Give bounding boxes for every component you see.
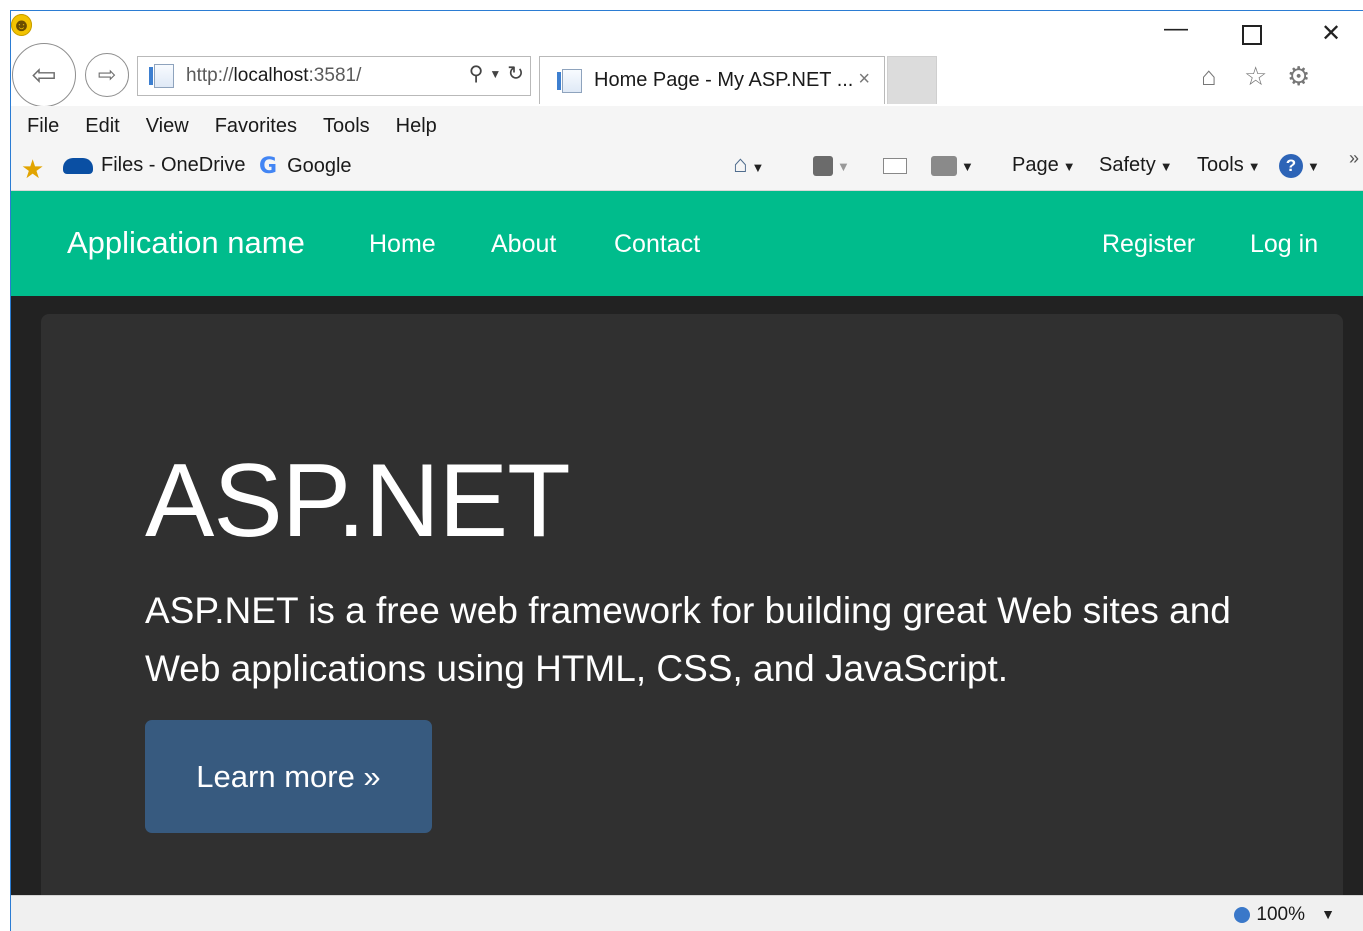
favorite-onedrive-label: Files - OneDrive <box>101 154 246 176</box>
menu-help[interactable]: Help <box>392 115 441 138</box>
address-tools: ⚲ ▼ ↻ <box>469 61 524 86</box>
url-host: localhost <box>233 65 309 86</box>
browser-window: ⇦ ⇨ http://localhost:3581/ ⚲ ▼ ↻ Home Pa… <box>10 10 1363 931</box>
new-tab-button[interactable] <box>887 56 937 104</box>
mail-icon <box>883 157 907 174</box>
jumbotron: ASP.NET ASP.NET is a free web framework … <box>41 314 1343 896</box>
command-help-menu[interactable]: ? ▼ <box>1279 154 1320 178</box>
dropdown-caret-icon[interactable]: ▼ <box>489 67 501 86</box>
nav-contact-link[interactable]: Contact <box>614 230 700 259</box>
forward-arrow-icon: ⇨ <box>97 62 117 87</box>
hero-lead: ASP.NET is a free web framework for buil… <box>145 590 1231 689</box>
web-page: Application name Home About Contact Regi… <box>11 191 1363 896</box>
favorites-bar: ★ Files - OneDrive G Google ⌂ ▼ ▼ ▼ Page ▼… <box>11 146 1363 191</box>
command-page-label: Page <box>1012 154 1059 176</box>
favorite-google-label: Google <box>287 155 352 177</box>
command-feeds-button[interactable]: ▼ <box>813 154 850 177</box>
favorite-google[interactable]: G Google <box>259 154 352 179</box>
maximize-button[interactable] <box>1237 19 1267 52</box>
forward-button[interactable]: ⇨ <box>85 53 129 97</box>
maximize-icon <box>1242 25 1262 45</box>
status-bar: 100% ▼ <box>11 895 1363 931</box>
page-icon <box>149 64 174 88</box>
back-button[interactable]: ⇦ <box>12 43 76 107</box>
chevron-down-icon[interactable]: ▼ <box>752 160 765 175</box>
command-tools-label: Tools <box>1197 154 1244 176</box>
menu-tools[interactable]: Tools <box>319 115 374 138</box>
zoom-icon <box>1234 907 1251 923</box>
zoom-dropdown-icon[interactable]: ▼ <box>1321 906 1335 922</box>
command-tools-menu[interactable]: Tools ▼ <box>1197 154 1261 177</box>
feedback-smiley-icon[interactable]: ☻ <box>11 14 32 36</box>
printer-icon <box>931 155 957 176</box>
tab-page-icon <box>557 68 582 93</box>
tab-home-page[interactable]: Home Page - My ASP.NET ... × <box>539 56 885 104</box>
url-scheme: http:// <box>186 65 234 86</box>
menu-file[interactable]: File <box>23 115 63 138</box>
command-mail-button[interactable] <box>883 154 907 177</box>
command-page-menu[interactable]: Page ▼ <box>1012 154 1076 177</box>
chevron-down-icon: ▼ <box>1062 159 1076 174</box>
nav-register-link[interactable]: Register <box>1102 230 1195 259</box>
chevron-down-icon: ▼ <box>1307 159 1320 175</box>
rss-feed-icon <box>813 155 833 176</box>
command-overflow-icon[interactable]: » <box>1349 148 1359 169</box>
add-favorite-star-icon[interactable]: ★ <box>21 154 44 185</box>
search-icon[interactable]: ⚲ <box>469 61 484 86</box>
chevron-down-icon: ▼ <box>1247 159 1261 174</box>
favorites-star-icon[interactable]: ☆ <box>1244 61 1267 92</box>
command-safety-menu[interactable]: Safety ▼ <box>1099 154 1173 177</box>
brand-link[interactable]: Application name <box>67 225 305 261</box>
site-navbar: Application name Home About Contact Regi… <box>11 191 1363 296</box>
chevron-down-icon: ▼ <box>1159 159 1173 174</box>
tab-title: Home Page - My ASP.NET ... <box>594 69 854 91</box>
title-bar: ⇦ ⇨ http://localhost:3581/ ⚲ ▼ ↻ Home Pa… <box>11 11 1363 107</box>
menu-edit[interactable]: Edit <box>81 115 123 138</box>
hero-title: ASP.NET <box>145 443 571 559</box>
nav-login-link[interactable]: Log in <box>1250 230 1318 259</box>
onedrive-icon <box>63 157 93 174</box>
zoom-level: 100% <box>1256 904 1305 925</box>
chevron-down-icon[interactable]: ▼ <box>837 159 850 174</box>
close-window-button[interactable]: ✕ <box>1316 19 1346 48</box>
chevron-down-icon[interactable]: ▼ <box>961 159 974 174</box>
url-port-path: :3581/ <box>308 65 362 86</box>
back-arrow-icon: ⇦ <box>31 58 57 92</box>
menu-favorites[interactable]: Favorites <box>211 115 301 138</box>
learn-more-button[interactable]: Learn more » <box>145 720 432 833</box>
gear-icon[interactable]: ⚙ <box>1287 61 1310 92</box>
url-text[interactable]: http://localhost:3581/ <box>186 65 361 87</box>
menu-view[interactable]: View <box>142 115 193 138</box>
help-icon: ? <box>1279 154 1303 178</box>
home-icon[interactable]: ⌂ <box>1201 61 1217 92</box>
nav-about-link[interactable]: About <box>491 230 556 259</box>
nav-home-link[interactable]: Home <box>369 230 436 259</box>
minimize-button[interactable]: — <box>1161 15 1191 43</box>
command-safety-label: Safety <box>1099 154 1156 176</box>
favorite-onedrive[interactable]: Files - OneDrive <box>63 154 245 177</box>
zoom-control[interactable]: 100% <box>1234 904 1305 926</box>
tab-close-icon[interactable]: × <box>858 68 870 91</box>
refresh-icon[interactable]: ↻ <box>507 61 524 86</box>
command-home-button[interactable]: ⌂ ▼ <box>733 151 764 179</box>
address-bar[interactable]: http://localhost:3581/ ⚲ ▼ ↻ <box>137 56 531 96</box>
menu-bar: File Edit View Favorites Tools Help <box>11 106 1363 146</box>
google-icon: G <box>259 154 278 179</box>
command-print-button[interactable]: ▼ <box>931 154 974 177</box>
